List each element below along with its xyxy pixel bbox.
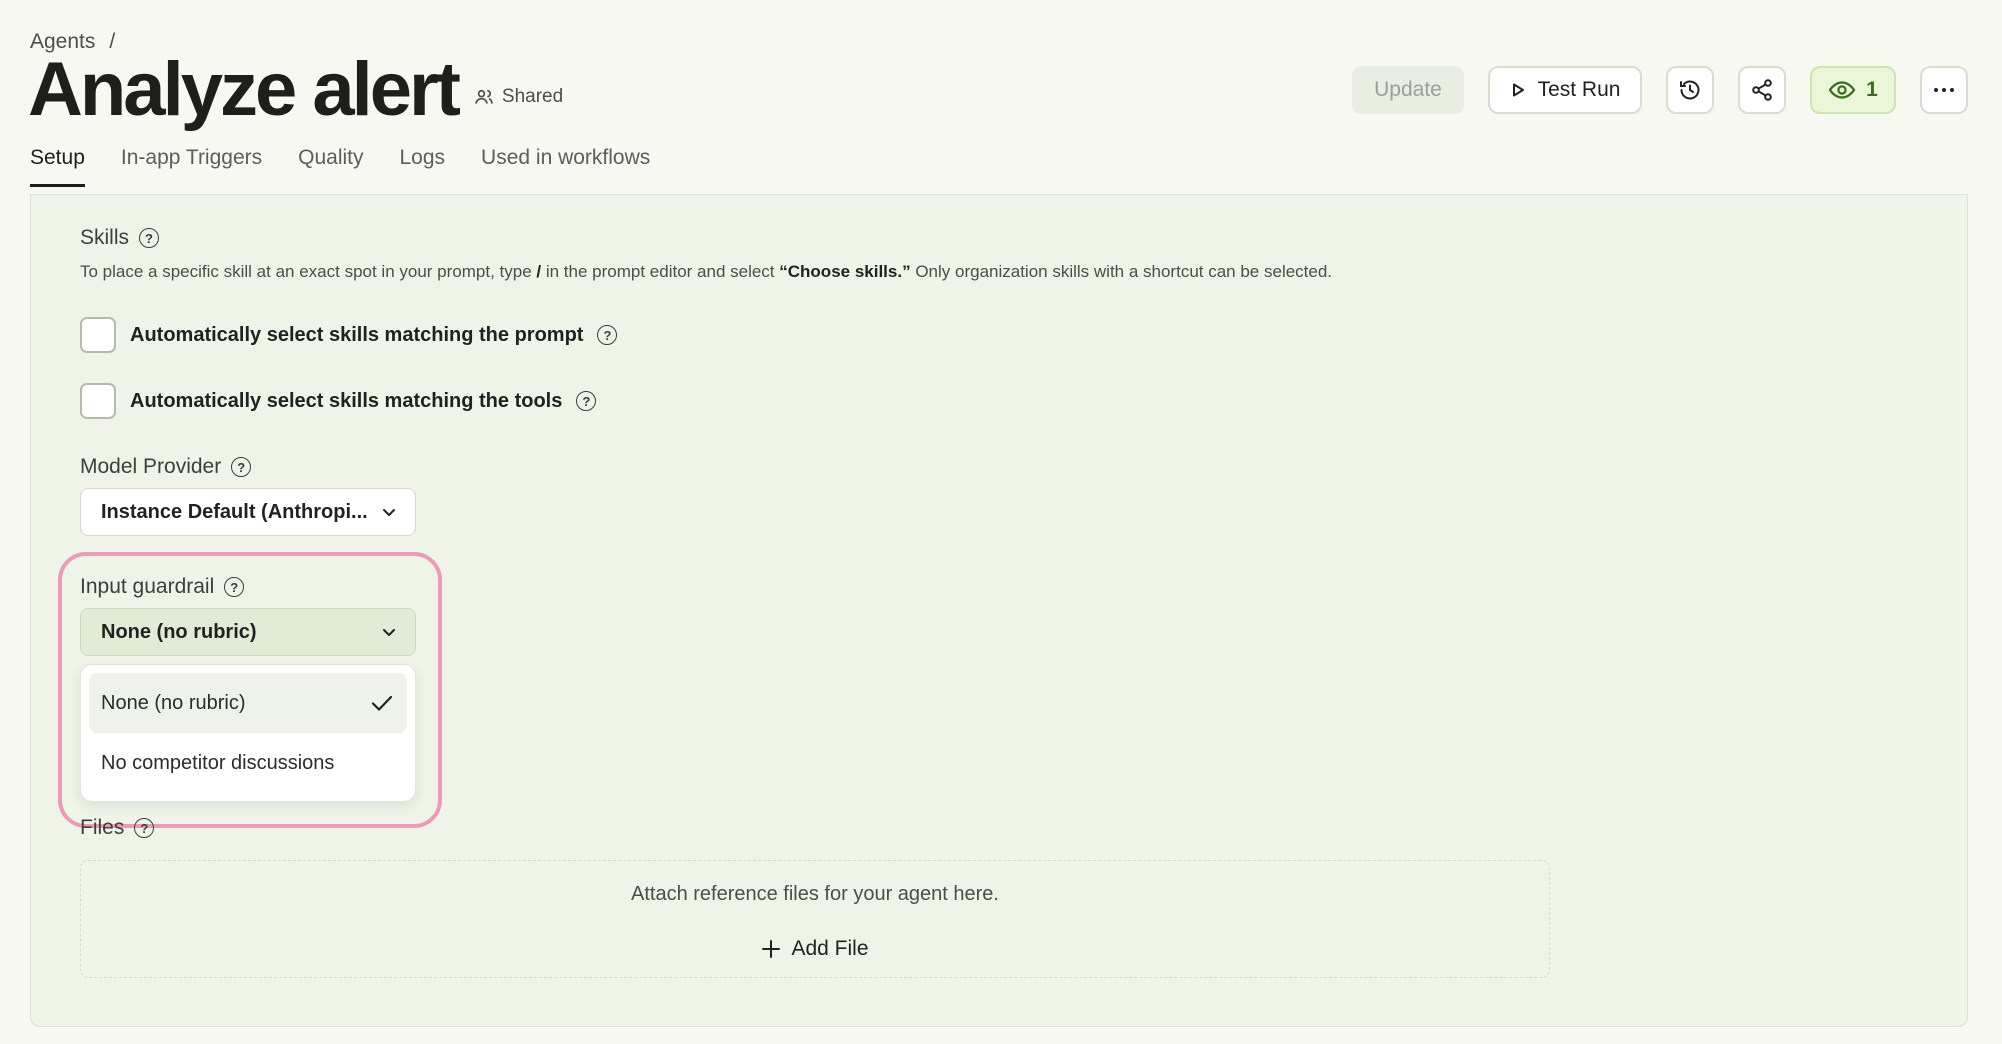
help-icon[interactable]: ? [576, 391, 597, 411]
history-button[interactable] [1666, 66, 1714, 114]
skills-hint-mid: in the prompt editor and select [541, 262, 780, 281]
model-provider-value: Instance Default (Anthropi... [101, 500, 368, 523]
agent-setup-page: Agents / Analyze alert Shared Update Tes… [0, 0, 2002, 1044]
page-title: Analyze alert [28, 47, 461, 132]
help-icon[interactable]: ? [597, 325, 618, 345]
play-icon [1512, 83, 1524, 97]
input-guardrail-label-row: Input guardrail ? [80, 575, 245, 599]
skills-hint-pre: To place a specific skill at an exact sp… [80, 262, 537, 281]
auto-select-tools-checkbox[interactable] [80, 383, 116, 419]
shared-badge[interactable]: Shared [474, 86, 563, 108]
test-run-label: Test Run [1537, 78, 1621, 101]
tab-bar: Setup In-app Triggers Quality Logs Used … [30, 146, 650, 187]
share-button[interactable] [1738, 66, 1786, 114]
file-dropzone[interactable]: Attach reference files for your agent he… [80, 860, 1550, 978]
skills-label-row: Skills ? [80, 226, 160, 250]
skills-hint-post: Only organization skills with a shortcut… [910, 262, 1333, 281]
guardrail-option-label: None (no rubric) [101, 691, 246, 714]
auto-select-prompt-row: Automatically select skills matching the… [80, 317, 618, 353]
plus-icon [762, 940, 781, 958]
help-icon[interactable]: ? [139, 228, 160, 248]
files-label-row: Files ? [80, 816, 155, 840]
tab-setup[interactable]: Setup [30, 146, 85, 187]
tab-logs[interactable]: Logs [400, 146, 446, 186]
dropzone-text: Attach reference files for your agent he… [631, 883, 999, 905]
update-button[interactable]: Update [1352, 66, 1464, 114]
input-guardrail-select[interactable]: None (no rubric) [80, 608, 416, 656]
skills-label: Skills [80, 226, 130, 249]
history-icon [1680, 80, 1700, 100]
more-options-button[interactable] [1920, 66, 1968, 114]
help-icon[interactable]: ? [134, 818, 155, 838]
model-provider-label-row: Model Provider ? [80, 455, 252, 479]
skills-hint-choose: “Choose skills.” [779, 262, 911, 281]
watchers-button[interactable]: 1 [1810, 66, 1896, 114]
files-label: Files [80, 816, 125, 839]
chevron-down-icon [383, 509, 395, 516]
input-guardrail-value: None (no rubric) [101, 620, 257, 643]
tab-used-in-workflows[interactable]: Used in workflows [481, 146, 650, 186]
title-row: Analyze alert Shared [28, 52, 563, 128]
auto-select-tools-row: Automatically select skills matching the… [80, 383, 597, 419]
add-file-button[interactable]: Add File [81, 937, 1549, 961]
test-run-button[interactable]: Test Run [1488, 66, 1642, 114]
model-provider-label: Model Provider [80, 455, 222, 478]
tab-in-app-triggers[interactable]: In-app Triggers [121, 146, 262, 186]
more-horizontal-icon [1934, 88, 1954, 92]
tab-quality[interactable]: Quality [298, 146, 363, 186]
guardrail-option-no-competitor[interactable]: No competitor discussions [89, 733, 407, 793]
auto-select-tools-label: Automatically select skills matching the… [130, 389, 563, 412]
skills-hint: To place a specific skill at an exact sp… [80, 262, 1332, 282]
share-icon [1752, 79, 1772, 101]
eye-icon [1828, 81, 1856, 99]
help-icon[interactable]: ? [224, 577, 245, 597]
guardrail-option-label: No competitor discussions [101, 751, 335, 774]
check-icon [371, 695, 393, 711]
auto-select-prompt-label: Automatically select skills matching the… [130, 323, 584, 346]
input-guardrail-label: Input guardrail [80, 575, 215, 598]
chevron-down-icon [383, 629, 395, 636]
shared-label: Shared [501, 86, 564, 107]
auto-select-prompt-checkbox[interactable] [80, 317, 116, 353]
add-file-label: Add File [791, 937, 869, 960]
help-icon[interactable]: ? [231, 457, 252, 477]
guardrail-option-none[interactable]: None (no rubric) [89, 673, 407, 733]
input-guardrail-dropdown: None (no rubric) No competitor discussio… [80, 664, 416, 802]
users-icon [475, 89, 493, 104]
watchers-count: 1 [1866, 78, 1878, 101]
model-provider-select[interactable]: Instance Default (Anthropi... [80, 488, 416, 536]
